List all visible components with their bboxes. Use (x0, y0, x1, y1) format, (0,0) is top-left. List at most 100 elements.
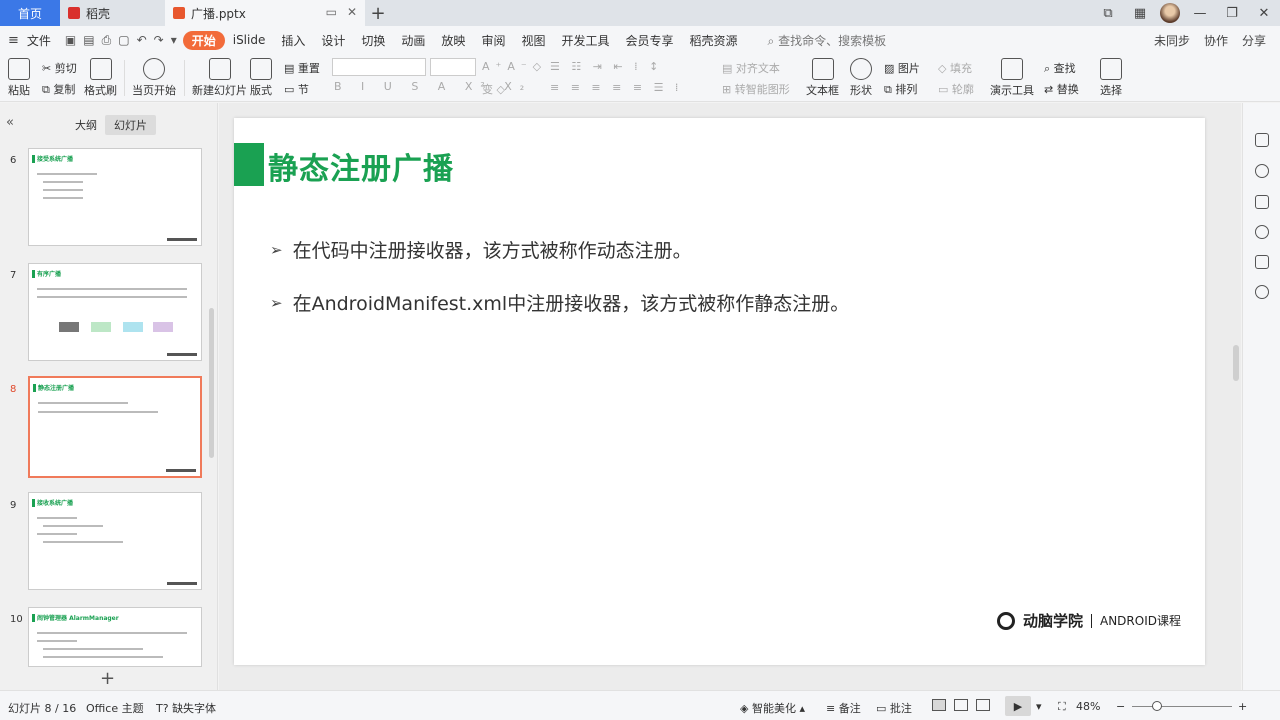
location-icon[interactable] (1255, 285, 1269, 299)
slideshow-play-button[interactable]: ▶ (1005, 696, 1031, 716)
tab-daoke[interactable]: 稻壳 (60, 0, 165, 26)
share-button[interactable]: 分享 (1242, 32, 1266, 49)
shape-button[interactable]: 形状 (850, 58, 872, 98)
export-icon[interactable]: ▤ (83, 33, 94, 48)
zoom-slider-handle[interactable] (1152, 701, 1162, 711)
list-tools[interactable]: ☰ ☷ ⇥ ⇤ ⁞ ↕ (550, 60, 662, 73)
zoom-level[interactable]: 48% (1076, 700, 1100, 713)
font-size-tools[interactable]: A⁺A⁻◇ (482, 60, 547, 73)
quick-more-icon[interactable]: ▾ (171, 33, 177, 48)
slide-thumbnail-selected[interactable]: 静态注册广播 (28, 376, 202, 478)
restore-icon[interactable]: ❐ (1216, 6, 1248, 21)
reset-button[interactable]: ▤ 重置 (284, 60, 320, 76)
font-size-select[interactable] (430, 58, 476, 76)
fit-window-icon[interactable]: ⛶ (1058, 700, 1066, 714)
slide-thumbnail[interactable]: 接受系统广播 (28, 148, 202, 246)
slideshow-options-icon[interactable]: ▾ (1036, 700, 1042, 713)
slide-title[interactable]: 静态注册广播 (268, 144, 454, 188)
slide-thumbnail[interactable]: 闹钟管理器 AlarmManager (28, 607, 202, 667)
menu-developer[interactable]: 开发工具 (553, 32, 617, 49)
font-color-tools[interactable]: 变 ◇ (482, 81, 505, 97)
minimize-icon[interactable]: — (1184, 6, 1216, 21)
menu-member[interactable]: 会员专享 (617, 32, 681, 49)
font-family-select[interactable] (332, 58, 426, 76)
panel-scrollbar[interactable] (209, 308, 214, 458)
normal-view-icon[interactable] (932, 699, 946, 711)
redo-icon[interactable]: ↷ (154, 33, 164, 48)
format-painter-button[interactable]: 格式刷 (84, 58, 117, 98)
tab-close-icon[interactable]: ✕ (347, 5, 357, 19)
menu-view[interactable]: 视图 (513, 32, 553, 49)
slide-thumbnail[interactable]: 接收系统广播 (28, 492, 202, 590)
missing-font-button[interactable]: T? 缺失字体 (156, 700, 216, 716)
menu-slideshow[interactable]: 放映 (433, 32, 473, 49)
image-settings-icon[interactable] (1255, 255, 1269, 269)
grid-apps-icon[interactable]: ▦ (1124, 6, 1156, 21)
arrange-button[interactable]: ⧉ 排列 (884, 81, 917, 97)
slide-copy-icon[interactable] (1255, 195, 1269, 209)
tab-slides[interactable]: 幻灯片 (105, 115, 156, 135)
preview-icon[interactable]: ▢ (118, 33, 129, 48)
replace-button[interactable]: ⇄ 替换 (1044, 81, 1079, 97)
smart-art-button[interactable]: ⊞ 转智能图形 (722, 81, 790, 97)
picture-button[interactable]: ▨ 图片 (884, 60, 920, 76)
properties-icon[interactable] (1255, 133, 1269, 147)
bullet-item[interactable]: ➢ 在AndroidManifest.xml中注册接收器，该方式被称作静态注册。 (270, 289, 849, 316)
layout-toggle-icon[interactable]: ⧉ (1092, 6, 1124, 21)
textbox-button[interactable]: 文本框 (806, 58, 839, 98)
menu-insert[interactable]: 插入 (273, 32, 313, 49)
tab-document[interactable]: 广播.pptx ▭ ✕ (165, 0, 365, 26)
command-search[interactable]: ⌕ 查找命令、搜索模板 (760, 32, 895, 49)
find-button[interactable]: ⌕ 查找 (1044, 60, 1076, 76)
sorter-view-icon[interactable] (954, 699, 968, 711)
editor-scrollbar[interactable] (1233, 345, 1239, 381)
outline-button[interactable]: ▭ 轮廓 (938, 81, 974, 97)
slide-thumbnail[interactable]: 有序广播 (28, 263, 202, 361)
menu-animation[interactable]: 动画 (393, 32, 433, 49)
tab-outline[interactable]: 大纲 (66, 115, 106, 135)
tab-home[interactable]: 首页 (0, 0, 60, 26)
close-window-icon[interactable]: ✕ (1248, 6, 1280, 21)
avatar[interactable] (1160, 3, 1180, 23)
reading-view-icon[interactable] (976, 699, 990, 711)
collaborate-button[interactable]: 协作 (1204, 32, 1228, 49)
bullet-item[interactable]: ➢ 在代码中注册接收器，该方式被称作动态注册。 (270, 236, 692, 263)
comments-button[interactable]: ▭ 批注 (876, 700, 912, 716)
undo-icon[interactable]: ↶ (137, 33, 147, 48)
sync-status[interactable]: 未同步 (1154, 32, 1190, 49)
zoom-slider[interactable] (1132, 706, 1232, 707)
tab-pin-icon[interactable]: ▭ (326, 5, 337, 19)
beautify-button[interactable]: ◈ 智能美化 ▴ (740, 700, 805, 716)
section-button[interactable]: ▭ 节 (284, 81, 309, 97)
hamburger-icon[interactable]: ≡ (8, 33, 19, 48)
layout-button[interactable]: 版式 (250, 58, 272, 98)
pin-icon[interactable] (1255, 164, 1269, 178)
menu-file[interactable]: 文件 (19, 32, 59, 49)
cut-button[interactable]: ✂ 剪切 (42, 60, 77, 76)
save-icon[interactable]: ▣ (65, 33, 76, 48)
paste-button[interactable]: 粘贴 (8, 58, 30, 98)
menu-islide[interactable]: iSlide (225, 33, 274, 47)
notes-button[interactable]: ≡ 备注 (826, 700, 861, 716)
menu-daoke-resources[interactable]: 稻壳资源 (682, 32, 746, 49)
new-tab-button[interactable]: + (365, 0, 391, 26)
theme-name[interactable]: Office 主题 (86, 700, 144, 716)
presenter-tools-button[interactable]: 演示工具 (990, 58, 1034, 98)
menu-home[interactable]: 开始 (182, 30, 225, 50)
menu-design[interactable]: 设计 (313, 32, 353, 49)
copy-button[interactable]: ⧉ 复制 (42, 81, 75, 97)
add-slide-icon[interactable]: + (100, 668, 115, 689)
new-slide-button[interactable]: 新建幻灯片 (192, 58, 247, 98)
start-current-button[interactable]: 当页开始 (132, 58, 176, 98)
menu-transition[interactable]: 切换 (353, 32, 393, 49)
slide-canvas[interactable]: 静态注册广播 ➢ 在代码中注册接收器，该方式被称作动态注册。 ➢ 在Androi… (234, 118, 1205, 665)
align-tools[interactable]: ≡ ≡ ≡ ≡ ≡ ☰ ⁞ (550, 81, 682, 94)
zoom-in-icon[interactable]: + (1238, 700, 1247, 713)
select-button[interactable]: 选择 (1100, 58, 1122, 98)
zoom-out-icon[interactable]: − (1116, 700, 1125, 713)
align-text-button[interactable]: ▤ 对齐文本 (722, 60, 780, 76)
menu-review[interactable]: 审阅 (473, 32, 513, 49)
print-icon[interactable]: ⎙ (102, 33, 112, 48)
fill-button[interactable]: ◇ 填充 (938, 60, 972, 76)
collapse-panel-icon[interactable]: « (6, 115, 14, 130)
